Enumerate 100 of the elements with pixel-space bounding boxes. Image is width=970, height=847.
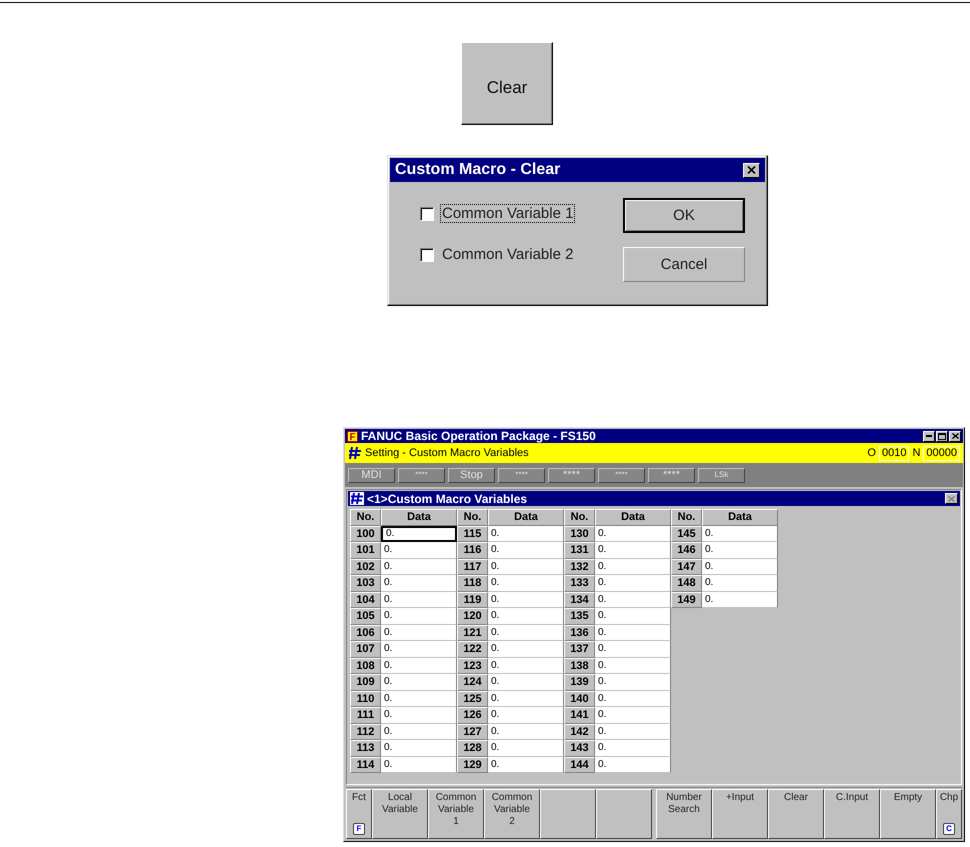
checkbox[interactable] [420, 206, 434, 220]
data-cell[interactable]: 0. [381, 724, 457, 740]
data-cell[interactable]: 0. [595, 526, 671, 542]
variable-number: 143 [564, 740, 595, 756]
column-header: No. [564, 509, 595, 526]
data-cell[interactable]: 0. [488, 641, 564, 658]
data-cell[interactable]: 0. [488, 558, 564, 575]
data-cell[interactable]: 0. [488, 542, 564, 558]
data-cell[interactable]: 0. [488, 658, 564, 674]
data-cell[interactable]: 0. [381, 542, 457, 558]
dialog-title: Custom Macro - Clear [395, 161, 560, 179]
data-cell[interactable]: 0. [488, 592, 564, 608]
data-cell[interactable]: 0. [702, 575, 778, 592]
data-cell[interactable]: 0. [595, 592, 671, 608]
data-cell[interactable]: 0. [595, 641, 671, 658]
dialog-button[interactable]: Cancel [623, 247, 745, 282]
data-cell[interactable]: 0. [381, 592, 457, 608]
soft-key[interactable]: Common Variable 1 [428, 789, 484, 839]
data-cell[interactable]: 0. [595, 658, 671, 674]
soft-key[interactable] [540, 789, 596, 839]
checkbox-label[interactable]: Common Variable 1 [440, 204, 576, 223]
soft-key[interactable]: +Input [712, 789, 768, 839]
data-cell[interactable]: 0. [595, 575, 671, 592]
variable-number: 103 [350, 575, 381, 592]
data-cell[interactable]: 0. [488, 756, 564, 773]
app-logo-icon: F [347, 430, 358, 442]
n-label: N [912, 447, 920, 459]
data-cell[interactable]: 0. [381, 690, 457, 707]
data-cell[interactable]: 0. [488, 707, 564, 724]
data-cell[interactable]: 0. [381, 674, 457, 690]
close-button[interactable] [743, 162, 760, 178]
variable-number: 101 [350, 542, 381, 558]
data-cell[interactable]: 0. [595, 707, 671, 724]
soft-key[interactable]: Common Variable 2 [484, 789, 540, 839]
variable-number: 123 [457, 658, 488, 674]
data-cell[interactable]: 0. [381, 624, 457, 641]
variable-number: 134 [564, 592, 595, 608]
maximize-button[interactable] [936, 430, 948, 442]
program-number-field: 0010 [878, 446, 910, 460]
variable-number: 114 [350, 756, 381, 773]
data-cell[interactable]: 0. [595, 674, 671, 690]
data-cell[interactable]: 0. [595, 756, 671, 773]
variable-number: 118 [457, 575, 488, 592]
close-icon [948, 496, 955, 502]
soft-key[interactable]: C.Input [824, 789, 880, 839]
data-cell[interactable]: 0. [488, 624, 564, 641]
data-cell[interactable]: 0. [702, 542, 778, 558]
data-cell[interactable]: 0. [381, 641, 457, 658]
data-cell[interactable]: 0. [381, 575, 457, 592]
variable-number: 135 [564, 608, 595, 624]
data-cell[interactable]: 0. [488, 575, 564, 592]
soft-key[interactable] [596, 789, 652, 839]
data-cell[interactable]: 0. [595, 740, 671, 756]
data-cell[interactable]: 0. [488, 608, 564, 624]
data-cell[interactable]: 0. [381, 658, 457, 674]
minimize-button[interactable] [923, 430, 935, 442]
column-header: Data [702, 509, 778, 526]
variable-number: 129 [457, 756, 488, 773]
data-cell[interactable]: 0. [595, 608, 671, 624]
clear-button[interactable]: Clear [461, 42, 553, 125]
column-header: Data [488, 509, 564, 526]
soft-key[interactable]: Empty [880, 789, 936, 839]
close-button[interactable] [945, 493, 958, 504]
data-cell[interactable]: 0. [702, 526, 778, 542]
data-cell[interactable]: 0. [595, 624, 671, 641]
variable-number: 108 [350, 658, 381, 674]
variable-number: 116 [457, 542, 488, 558]
data-cell[interactable]: 0. [595, 558, 671, 575]
soft-key[interactable]: Clear [768, 789, 824, 839]
data-cell[interactable]: 0. [702, 558, 778, 575]
soft-key[interactable]: Number Search [656, 789, 712, 839]
data-cell[interactable]: 0. [488, 674, 564, 690]
data-cell[interactable]: 0. [595, 690, 671, 707]
variable-number: 105 [350, 608, 381, 624]
data-cell[interactable]: 0. [381, 707, 457, 724]
data-cell[interactable]: 0. [702, 592, 778, 608]
data-cell[interactable]: 0. [595, 542, 671, 558]
close-button[interactable] [949, 430, 961, 442]
data-cell[interactable]: 0. [381, 608, 457, 624]
data-cell[interactable]: 0. [488, 724, 564, 740]
o-label: O [867, 447, 876, 459]
data-cell[interactable]: 0. [488, 740, 564, 756]
soft-key[interactable]: Chp C [936, 789, 962, 839]
column-header: No. [671, 509, 702, 526]
checkbox-label[interactable]: Common Variable 2 [440, 245, 576, 264]
data-cell[interactable]: 0. [488, 690, 564, 707]
variable-number: 115 [457, 526, 488, 542]
checkbox[interactable] [420, 248, 434, 262]
variable-number: 148 [671, 575, 702, 592]
data-cell[interactable]: 0. [381, 526, 457, 542]
dialog-button[interactable]: OK [623, 198, 745, 233]
data-cell[interactable]: 0. [381, 740, 457, 756]
data-cell[interactable]: 0. [381, 558, 457, 575]
data-cell[interactable]: 0. [595, 724, 671, 740]
soft-key[interactable]: Local Variable [372, 789, 428, 839]
data-cell[interactable]: 0. [488, 526, 564, 542]
soft-key[interactable]: Fct F [346, 789, 372, 839]
data-cell[interactable]: 0. [381, 756, 457, 773]
variable-number: 139 [564, 674, 595, 690]
variable-number: 140 [564, 690, 595, 707]
